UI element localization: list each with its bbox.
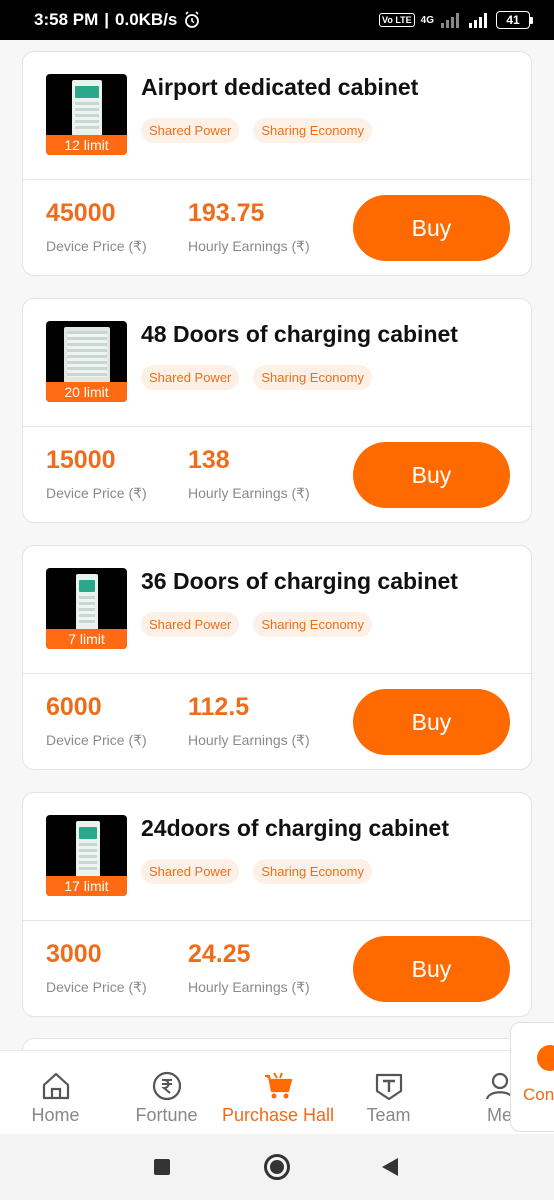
- tab-team[interactable]: Team: [333, 1051, 444, 1135]
- system-nav-bar: [0, 1134, 554, 1200]
- home-nav-icon[interactable]: [264, 1154, 290, 1180]
- product-card: 20 limit 48 Doors of charging cabinet Sh…: [22, 298, 532, 523]
- buy-button[interactable]: Buy: [353, 442, 510, 508]
- team-icon: [375, 1073, 402, 1101]
- signal-icon-2: [469, 13, 487, 28]
- hourly-earnings-label: Hourly Earnings (₹): [188, 732, 310, 748]
- device-price-value: 15000: [46, 446, 116, 474]
- device-price-value: 3000: [46, 940, 102, 968]
- status-bar: 3:58 PM | 0.0KB/s Vo LTE 4G 41: [0, 0, 554, 40]
- hourly-earnings-label: Hourly Earnings (₹): [188, 485, 310, 501]
- divider: [23, 920, 531, 921]
- home-icon: [42, 1072, 69, 1100]
- divider: [23, 179, 531, 180]
- hourly-earnings-value: 138: [188, 446, 230, 474]
- battery-icon: 41: [496, 11, 533, 29]
- hourly-earnings-label: Hourly Earnings (₹): [188, 979, 310, 995]
- device-price: 45000 Device Price (₹): [46, 199, 147, 255]
- divider: [23, 673, 531, 674]
- hourly-earnings: 138 Hourly Earnings (₹): [188, 446, 310, 502]
- contact-label: Cont: [523, 1085, 554, 1104]
- device-price-label: Device Price (₹): [46, 732, 147, 748]
- product-card-partial: [22, 1038, 532, 1050]
- product-card: 17 limit 24doors of charging cabinet Sha…: [22, 792, 532, 1017]
- device-price-label: Device Price (₹): [46, 485, 147, 501]
- tab-team-label: Team: [366, 1105, 411, 1125]
- contact-button[interactable]: Cont: [510, 1022, 554, 1132]
- tag-shared-power: Shared Power: [141, 612, 240, 637]
- signal-icon: [441, 13, 459, 28]
- product-list[interactable]: 12 limit Airport dedicated cabinet Share…: [0, 40, 554, 1050]
- buy-button[interactable]: Buy: [353, 689, 510, 755]
- device-price-value: 6000: [46, 693, 102, 721]
- tag-sharing-economy: Sharing Economy: [253, 859, 373, 884]
- hourly-earnings-value: 193.75: [188, 199, 265, 227]
- tag-shared-power: Shared Power: [141, 859, 240, 884]
- status-time: 3:58 PM: [34, 10, 99, 29]
- hourly-earnings-value: 112.5: [188, 693, 250, 721]
- tab-fortune[interactable]: Fortune: [111, 1051, 222, 1135]
- buy-button[interactable]: Buy: [353, 195, 510, 261]
- volte-icon: Vo LTE: [378, 13, 415, 27]
- product-image: 20 limit: [46, 321, 127, 402]
- device-price: 6000 Device Price (₹): [46, 693, 147, 749]
- limit-badge: 12 limit: [46, 135, 127, 155]
- battery-level: 41: [506, 13, 520, 27]
- product-title: 36 Doors of charging cabinet: [141, 568, 458, 594]
- limit-badge: 20 limit: [46, 382, 127, 402]
- device-price: 15000 Device Price (₹): [46, 446, 147, 502]
- tab-home-label: Home: [31, 1105, 80, 1125]
- product-title: 24doors of charging cabinet: [141, 815, 449, 841]
- product-card: 12 limit Airport dedicated cabinet Share…: [22, 51, 532, 276]
- device-price-value: 45000: [46, 199, 116, 227]
- product-card: 7 limit 36 Doors of charging cabinet Sha…: [22, 545, 532, 770]
- tag-shared-power: Shared Power: [141, 118, 240, 143]
- rupee-icon: [152, 1071, 181, 1101]
- hourly-earnings: 24.25 Hourly Earnings (₹): [188, 940, 310, 996]
- tab-home[interactable]: Home: [0, 1051, 111, 1135]
- product-image: 7 limit: [46, 568, 127, 649]
- product-title: Airport dedicated cabinet: [141, 74, 419, 100]
- hourly-earnings-value: 24.25: [188, 940, 251, 968]
- recents-icon[interactable]: [154, 1159, 170, 1175]
- status-net-speed: 0.0KB/s: [115, 10, 178, 29]
- tab-purchase-hall-label: Purchase Hall: [222, 1105, 335, 1125]
- product-image: 12 limit: [46, 74, 127, 155]
- product-title: 48 Doors of charging cabinet: [141, 321, 458, 347]
- hourly-earnings: 112.5 Hourly Earnings (₹): [188, 693, 310, 749]
- tag-sharing-economy: Sharing Economy: [253, 118, 373, 143]
- limit-badge: 7 limit: [46, 629, 127, 649]
- bottom-tab-bar: Home Fortune Purchase Hall Team Me: [0, 1050, 554, 1134]
- tag-sharing-economy: Sharing Economy: [253, 365, 373, 390]
- divider: [23, 426, 531, 427]
- device-price-label: Device Price (₹): [46, 238, 147, 254]
- tab-fortune-label: Fortune: [135, 1105, 198, 1125]
- back-icon[interactable]: [382, 1158, 398, 1176]
- network-type: 4G: [420, 14, 434, 26]
- status-right: Vo LTE 4G 41: [378, 11, 533, 29]
- device-price: 3000 Device Price (₹): [46, 940, 147, 996]
- device-price-label: Device Price (₹): [46, 979, 147, 995]
- product-image: 17 limit: [46, 815, 127, 896]
- tag-sharing-economy: Sharing Economy: [253, 612, 373, 637]
- hourly-earnings-label: Hourly Earnings (₹): [188, 238, 310, 254]
- alarm-icon: [185, 11, 200, 28]
- hourly-earnings: 193.75 Hourly Earnings (₹): [188, 199, 310, 255]
- buy-button[interactable]: Buy: [353, 936, 510, 1002]
- cart-icon: [264, 1072, 292, 1099]
- status-left: 3:58 PM | 0.0KB/s: [34, 10, 201, 30]
- limit-badge: 17 limit: [46, 876, 127, 896]
- tab-purchase-hall[interactable]: Purchase Hall: [222, 1051, 335, 1135]
- tag-shared-power: Shared Power: [141, 365, 240, 390]
- status-separator: |: [104, 10, 110, 29]
- support-icon: [537, 1045, 554, 1071]
